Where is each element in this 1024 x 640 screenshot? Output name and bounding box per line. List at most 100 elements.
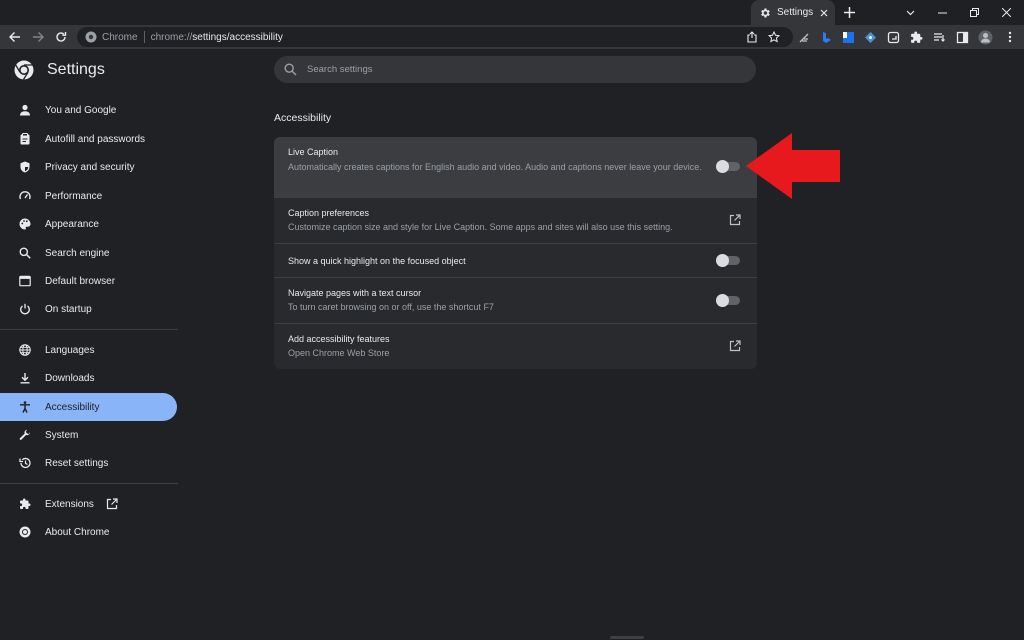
bookmark-extension-icon[interactable]: [840, 29, 856, 45]
back-arrow-icon[interactable]: [6, 28, 24, 46]
sidebar-item-default-browser[interactable]: Default browser: [0, 267, 177, 295]
sidebar-item-label: Downloads: [45, 372, 95, 384]
sidebar-item-extensions[interactable]: Extensions: [0, 490, 177, 518]
sidebar-item-label: System: [45, 429, 79, 441]
settings-header: Settings Search settings: [0, 49, 1024, 91]
browser-toolbar: Chrome chrome://settings/accessibility: [0, 25, 1024, 49]
site-chip-label: Chrome: [102, 31, 138, 43]
sidebar-divider: [0, 483, 178, 484]
screenshot-extension-icon[interactable]: [885, 29, 901, 45]
sidebar-item-label: You and Google: [45, 104, 117, 116]
sidebar-item-about-chrome[interactable]: About Chrome: [0, 518, 177, 546]
bookmark-star-icon[interactable]: [765, 28, 783, 46]
page-title: Settings: [47, 61, 105, 78]
sidebar-item-languages[interactable]: Languages: [0, 336, 177, 364]
setting-row-caption-preferences[interactable]: Caption preferences Customize caption si…: [274, 198, 757, 243]
url-path: settings/accessibility: [192, 31, 283, 43]
restore-icon[interactable]: [958, 0, 990, 25]
toggle-knob: [716, 294, 729, 307]
accessibility-settings-card: Live Caption Automatically creates capti…: [274, 137, 757, 369]
profile-avatar[interactable]: [977, 29, 993, 45]
settings-sidebar: You and Google Autofill and passwords Pr…: [0, 91, 180, 640]
bing-extension-icon[interactable]: [818, 29, 834, 45]
tab-search-icon[interactable]: [894, 0, 926, 25]
share-icon[interactable]: [743, 28, 761, 46]
chrome-icon: [18, 526, 31, 539]
toggle-knob: [716, 254, 729, 267]
person-icon: [18, 104, 31, 117]
caret-browsing-toggle[interactable]: [716, 294, 740, 307]
sidebar-item-label: Default browser: [45, 275, 116, 287]
open-in-new-icon[interactable]: [729, 340, 741, 352]
setting-description: Automatically creates captions for Engli…: [288, 162, 702, 172]
sidebar-item-label: Privacy and security: [45, 161, 135, 173]
setting-description: To turn caret browsing on or off, use th…: [288, 302, 494, 312]
globe-icon: [18, 344, 31, 357]
sidebar-item-downloads[interactable]: Downloads: [0, 364, 177, 392]
reload-icon[interactable]: [52, 28, 70, 46]
sidebar-item-performance[interactable]: Performance: [0, 182, 177, 210]
tab-title: Settings: [777, 7, 814, 18]
sidebar-item-privacy[interactable]: Privacy and security: [0, 153, 177, 181]
kebab-menu-icon[interactable]: [1002, 29, 1018, 45]
bottom-scroll-indicator: [610, 636, 644, 639]
close-window-icon[interactable]: [990, 0, 1022, 25]
setting-label: Caption preferences: [288, 208, 370, 218]
address-divider: [143, 31, 145, 43]
setting-description: Open Chrome Web Store: [288, 348, 390, 358]
sidebar-item-label: Reset settings: [45, 457, 109, 469]
minimize-icon[interactable]: [926, 0, 958, 25]
browser-window-icon: [18, 275, 31, 288]
sidebar-item-reset-settings[interactable]: Reset settings: [0, 449, 177, 477]
setting-description: Customize caption size and style for Liv…: [288, 222, 673, 232]
address-bar[interactable]: Chrome chrome://settings/accessibility: [77, 27, 793, 47]
setting-label: Live Caption: [288, 147, 339, 157]
gear-icon: [761, 8, 770, 17]
section-title: Accessibility: [274, 112, 332, 124]
open-in-new-icon[interactable]: [729, 214, 741, 226]
tab-settings[interactable]: Settings: [751, 0, 835, 25]
sidebar-item-on-startup[interactable]: On startup: [0, 295, 177, 323]
sidebar-item-label: Search engine: [45, 247, 110, 259]
open-in-new-icon: [106, 498, 118, 510]
close-tab-icon[interactable]: [817, 6, 831, 20]
setting-row-add-accessibility-features[interactable]: Add accessibility features Open Chrome W…: [274, 324, 757, 369]
sidebar-item-label: Performance: [45, 190, 103, 202]
search-icon: [284, 63, 297, 76]
feather-extension-icon[interactable]: [796, 29, 812, 45]
chrome-site-icon: [85, 31, 97, 43]
search-settings-input[interactable]: Search settings: [274, 56, 756, 83]
accessibility-icon: [18, 401, 31, 414]
sidebar-item-label: Extensions: [45, 498, 94, 510]
sidebar-item-you-and-google[interactable]: You and Google: [0, 96, 177, 124]
forward-arrow-icon[interactable]: [29, 28, 47, 46]
reading-list-icon[interactable]: [931, 29, 947, 45]
side-panel-icon[interactable]: [954, 29, 970, 45]
sidebar-item-system[interactable]: System: [0, 421, 177, 449]
sidebar-item-label: Appearance: [45, 218, 99, 230]
sidebar-item-accessibility[interactable]: Accessibility: [0, 393, 177, 421]
sidebar-item-label: About Chrome: [45, 526, 110, 538]
puzzle-extensions-icon[interactable]: [908, 29, 924, 45]
sidebar-item-label: On startup: [45, 303, 92, 315]
palette-icon: [18, 218, 31, 231]
setting-row-caret-browsing[interactable]: Navigate pages with a text cursor To tur…: [274, 278, 757, 323]
chrome-logo-icon: [14, 60, 34, 80]
puzzle-icon: [18, 498, 31, 511]
new-tab-button[interactable]: [840, 3, 858, 21]
setting-row-live-caption[interactable]: Live Caption Automatically creates capti…: [274, 137, 757, 197]
sidebar-item-label: Accessibility: [45, 401, 100, 413]
focus-highlight-toggle[interactable]: [716, 254, 740, 267]
sidebar-item-label: Autofill and passwords: [45, 133, 146, 145]
sidebar-item-autofill[interactable]: Autofill and passwords: [0, 125, 177, 153]
live-caption-toggle[interactable]: [716, 160, 740, 173]
setting-label: Show a quick highlight on the focused ob…: [288, 256, 466, 266]
sidebar-item-label: Languages: [45, 344, 95, 356]
setting-label: Navigate pages with a text cursor: [288, 288, 422, 298]
sidebar-item-search-engine[interactable]: Search engine: [0, 239, 177, 267]
diamond-extension-icon[interactable]: [862, 29, 878, 45]
speedometer-icon: [18, 190, 31, 203]
sidebar-item-appearance[interactable]: Appearance: [0, 210, 177, 238]
power-icon: [18, 303, 31, 316]
setting-row-focus-highlight[interactable]: Show a quick highlight on the focused ob…: [274, 244, 757, 277]
